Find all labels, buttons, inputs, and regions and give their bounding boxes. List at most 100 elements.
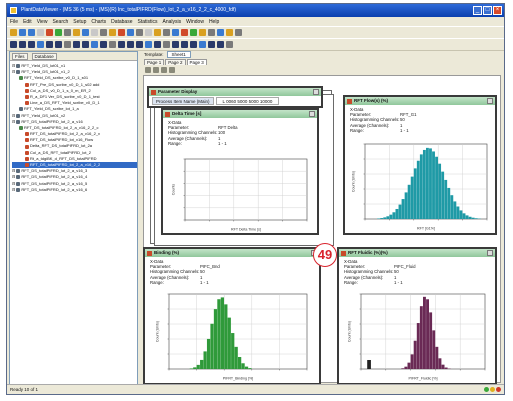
secondary-tool-17-icon[interactable] — [154, 41, 161, 48]
main-tool-25-icon[interactable] — [226, 29, 233, 36]
secondary-tool-18-icon[interactable] — [163, 41, 170, 48]
template-select[interactable]: Sheet1 — [166, 51, 191, 58]
close-button[interactable]: × — [493, 6, 502, 15]
menu-item-view[interactable]: View — [37, 19, 48, 25]
secondary-tool-5-icon[interactable] — [46, 41, 53, 48]
secondary-tool-23-icon[interactable] — [208, 41, 215, 48]
secondary-tool-2-icon[interactable] — [19, 41, 26, 48]
menu-item-database[interactable]: Database — [111, 19, 132, 25]
secondary-tool-20-icon[interactable] — [181, 41, 188, 48]
secondary-tool-11-icon[interactable] — [100, 41, 107, 48]
binding-window[interactable]: Binding (%) X-Data Parameter: PIFC_Bnd Hist… — [143, 247, 321, 385]
window-title-bar[interactable]: Delta Time [s] — [163, 110, 317, 118]
print-tool-icon[interactable] — [169, 67, 175, 73]
window-title-bar[interactable]: RFT Fluidic (%)(%) — [339, 249, 495, 257]
delta-time-window[interactable]: Delta Time [s] X-Data Parameter: RFT Delta… — [161, 108, 319, 235]
window-title-bar[interactable]: Parameter Display — [149, 88, 321, 96]
secondary-tool-6-icon[interactable] — [55, 41, 62, 48]
menu-item-file[interactable]: File — [10, 19, 18, 25]
secondary-tool-10-icon[interactable] — [91, 41, 98, 48]
secondary-tool-1-icon[interactable] — [10, 41, 17, 48]
main-tool-20-icon[interactable] — [181, 29, 188, 36]
secondary-tool-3-icon[interactable] — [28, 41, 35, 48]
secondary-tool-13-icon[interactable] — [118, 41, 125, 48]
fluidic-window[interactable]: RFT Fluidic (%)(%) X-Data Parameter: PIFC_… — [337, 247, 497, 385]
delta-title: Delta Time [s] — [172, 111, 202, 116]
menu-item-setup[interactable]: Setup — [73, 19, 86, 25]
menu-item-window[interactable]: Window — [186, 19, 204, 25]
main-tool-19-icon[interactable] — [172, 29, 179, 36]
secondary-tool-21-icon[interactable] — [190, 41, 197, 48]
main-tool-22-icon[interactable] — [199, 29, 206, 36]
menu-item-edit[interactable]: Edit — [23, 19, 32, 25]
main-tool-26-icon[interactable] — [235, 29, 242, 36]
rft-flow-window[interactable]: RFT Flow(s) (%) X-Data Parameter: RFT_G1 Hi… — [343, 95, 497, 235]
window-title-bar[interactable]: Binding (%) — [145, 249, 319, 257]
window-title-bar[interactable]: RFT Flow(s) (%) — [345, 97, 495, 105]
main-tool-13-icon[interactable] — [118, 29, 125, 36]
main-tool-8-icon[interactable] — [73, 29, 80, 36]
close-icon[interactable] — [313, 89, 319, 95]
secondary-tool-16-icon[interactable] — [145, 41, 152, 48]
tab-page-3[interactable]: Page 3 — [186, 59, 207, 65]
close-icon[interactable] — [487, 250, 493, 256]
main-tool-1-icon[interactable] — [10, 29, 17, 36]
expand-icon[interactable]: ⊟ — [12, 187, 15, 193]
main-tool-15-icon[interactable] — [136, 29, 143, 36]
main-tool-2-icon[interactable] — [19, 29, 26, 36]
expand-icon[interactable]: ⊟ — [12, 69, 15, 75]
secondary-tool-25-icon[interactable] — [226, 41, 233, 48]
main-tool-14-icon[interactable] — [127, 29, 134, 36]
tab-page-1[interactable]: Page 1 — [144, 59, 165, 65]
minimize-button[interactable]: _ — [473, 6, 482, 15]
main-tool-16-icon[interactable] — [145, 29, 152, 36]
main-tool-12-icon[interactable] — [109, 29, 116, 36]
expand-icon[interactable]: ⊟ — [12, 119, 15, 125]
pan-tool-icon[interactable] — [161, 67, 167, 73]
main-tool-7-icon[interactable] — [64, 29, 71, 36]
menu-item-help[interactable]: Help — [209, 19, 219, 25]
secondary-tool-9-icon[interactable] — [82, 41, 89, 48]
secondary-tool-14-icon[interactable] — [127, 41, 134, 48]
pointer-tool-icon[interactable] — [145, 67, 151, 73]
main-tool-6-icon[interactable] — [55, 29, 62, 36]
maximize-button[interactable]: □ — [483, 6, 492, 15]
menu-item-statistics[interactable]: Statistics — [138, 19, 158, 25]
menu-item-analysis[interactable]: Analysis — [163, 19, 182, 25]
secondary-tool-7-icon[interactable] — [64, 41, 71, 48]
tree-item[interactable]: ⊟ RFT_DS_totalPIFRD_lot_2_a_v16_6 — [12, 187, 137, 193]
main-tool-18-icon[interactable] — [163, 29, 170, 36]
tab-page-2[interactable]: Page 2 — [165, 59, 186, 65]
histogram-bar — [234, 346, 238, 369]
menu-item-search[interactable]: Search — [52, 19, 68, 25]
secondary-tool-12-icon[interactable] — [109, 41, 116, 48]
secondary-tool-8-icon[interactable] — [73, 41, 80, 48]
close-icon[interactable] — [309, 111, 315, 117]
process-item-value[interactable]: L 0060 5000 5000 10000 — [215, 97, 280, 105]
secondary-tool-19-icon[interactable] — [172, 41, 179, 48]
main-tool-4-icon[interactable] — [37, 29, 44, 36]
histogram-bar — [241, 363, 245, 369]
secondary-tool-22-icon[interactable] — [199, 41, 206, 48]
main-tool-23-icon[interactable] — [208, 29, 215, 36]
zoom-tool-icon[interactable] — [153, 67, 159, 73]
main-tool-3-icon[interactable] — [28, 29, 35, 36]
main-tool-24-icon[interactable] — [217, 29, 224, 36]
close-icon[interactable] — [487, 98, 493, 104]
secondary-tool-24-icon[interactable] — [217, 41, 224, 48]
window-titlebar[interactable]: PlantDataViewer - (MS 36 (5 ms) - (MS)(R… — [7, 4, 504, 17]
secondary-tool-15-icon[interactable] — [136, 41, 143, 48]
main-tool-21-icon[interactable] — [190, 29, 197, 36]
tab-files[interactable]: Files — [12, 52, 28, 60]
main-tool-9-icon[interactable] — [82, 29, 89, 36]
secondary-tool-4-icon[interactable] — [37, 41, 44, 48]
parameter-display-window[interactable]: Parameter Display Process Item Name (Mai… — [147, 86, 323, 108]
menu-item-charts[interactable]: Charts — [91, 19, 106, 25]
main-tool-10-icon[interactable] — [91, 29, 98, 36]
rft-flow-title: RFT Flow(s) (%) — [354, 98, 388, 103]
main-tool-17-icon[interactable] — [154, 29, 161, 36]
tab-database[interactable]: Database — [31, 52, 57, 60]
main-tool-11-icon[interactable] — [100, 29, 107, 36]
main-tool-5-icon[interactable] — [46, 29, 53, 36]
histogram-bar — [248, 368, 252, 369]
